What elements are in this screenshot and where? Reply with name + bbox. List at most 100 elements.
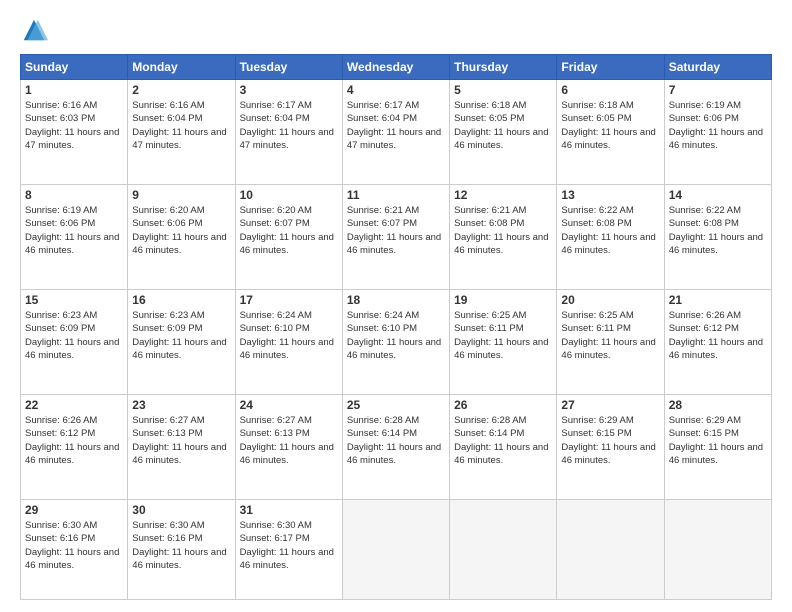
day-info: Sunrise: 6:19 AMSunset: 6:06 PMDaylight:… bbox=[25, 204, 123, 257]
day-number: 9 bbox=[132, 188, 230, 202]
day-cell-15: 15 Sunrise: 6:23 AMSunset: 6:09 PMDaylig… bbox=[21, 290, 128, 395]
week-row-5: 29 Sunrise: 6:30 AMSunset: 6:16 PMDaylig… bbox=[21, 500, 772, 600]
day-number: 18 bbox=[347, 293, 445, 307]
day-number: 13 bbox=[561, 188, 659, 202]
day-info: Sunrise: 6:25 AMSunset: 6:11 PMDaylight:… bbox=[454, 309, 552, 362]
empty-cell bbox=[664, 500, 771, 600]
day-cell-20: 20 Sunrise: 6:25 AMSunset: 6:11 PMDaylig… bbox=[557, 290, 664, 395]
day-info: Sunrise: 6:30 AMSunset: 6:16 PMDaylight:… bbox=[132, 519, 230, 572]
day-info: Sunrise: 6:19 AMSunset: 6:06 PMDaylight:… bbox=[669, 99, 767, 152]
weekday-header-tuesday: Tuesday bbox=[235, 55, 342, 80]
day-info: Sunrise: 6:18 AMSunset: 6:05 PMDaylight:… bbox=[454, 99, 552, 152]
day-cell-9: 9 Sunrise: 6:20 AMSunset: 6:06 PMDayligh… bbox=[128, 185, 235, 290]
day-info: Sunrise: 6:30 AMSunset: 6:17 PMDaylight:… bbox=[240, 519, 338, 572]
day-number: 11 bbox=[347, 188, 445, 202]
day-cell-22: 22 Sunrise: 6:26 AMSunset: 6:12 PMDaylig… bbox=[21, 395, 128, 500]
day-number: 26 bbox=[454, 398, 552, 412]
page: SundayMondayTuesdayWednesdayThursdayFrid… bbox=[0, 0, 792, 612]
weekday-header-thursday: Thursday bbox=[450, 55, 557, 80]
day-info: Sunrise: 6:20 AMSunset: 6:06 PMDaylight:… bbox=[132, 204, 230, 257]
week-row-3: 15 Sunrise: 6:23 AMSunset: 6:09 PMDaylig… bbox=[21, 290, 772, 395]
empty-cell bbox=[557, 500, 664, 600]
day-cell-2: 2 Sunrise: 6:16 AMSunset: 6:04 PMDayligh… bbox=[128, 80, 235, 185]
day-info: Sunrise: 6:28 AMSunset: 6:14 PMDaylight:… bbox=[347, 414, 445, 467]
week-row-2: 8 Sunrise: 6:19 AMSunset: 6:06 PMDayligh… bbox=[21, 185, 772, 290]
day-info: Sunrise: 6:20 AMSunset: 6:07 PMDaylight:… bbox=[240, 204, 338, 257]
day-number: 4 bbox=[347, 83, 445, 97]
day-number: 31 bbox=[240, 503, 338, 517]
header bbox=[20, 16, 772, 44]
day-cell-30: 30 Sunrise: 6:30 AMSunset: 6:16 PMDaylig… bbox=[128, 500, 235, 600]
day-info: Sunrise: 6:22 AMSunset: 6:08 PMDaylight:… bbox=[561, 204, 659, 257]
day-info: Sunrise: 6:23 AMSunset: 6:09 PMDaylight:… bbox=[132, 309, 230, 362]
day-cell-28: 28 Sunrise: 6:29 AMSunset: 6:15 PMDaylig… bbox=[664, 395, 771, 500]
day-cell-10: 10 Sunrise: 6:20 AMSunset: 6:07 PMDaylig… bbox=[235, 185, 342, 290]
calendar-table: SundayMondayTuesdayWednesdayThursdayFrid… bbox=[20, 54, 772, 600]
day-info: Sunrise: 6:17 AMSunset: 6:04 PMDaylight:… bbox=[347, 99, 445, 152]
weekday-header-wednesday: Wednesday bbox=[342, 55, 449, 80]
day-number: 19 bbox=[454, 293, 552, 307]
day-info: Sunrise: 6:25 AMSunset: 6:11 PMDaylight:… bbox=[561, 309, 659, 362]
day-number: 5 bbox=[454, 83, 552, 97]
day-cell-16: 16 Sunrise: 6:23 AMSunset: 6:09 PMDaylig… bbox=[128, 290, 235, 395]
day-number: 20 bbox=[561, 293, 659, 307]
day-cell-19: 19 Sunrise: 6:25 AMSunset: 6:11 PMDaylig… bbox=[450, 290, 557, 395]
day-cell-13: 13 Sunrise: 6:22 AMSunset: 6:08 PMDaylig… bbox=[557, 185, 664, 290]
day-number: 23 bbox=[132, 398, 230, 412]
week-row-4: 22 Sunrise: 6:26 AMSunset: 6:12 PMDaylig… bbox=[21, 395, 772, 500]
day-cell-18: 18 Sunrise: 6:24 AMSunset: 6:10 PMDaylig… bbox=[342, 290, 449, 395]
day-info: Sunrise: 6:30 AMSunset: 6:16 PMDaylight:… bbox=[25, 519, 123, 572]
weekday-header-monday: Monday bbox=[128, 55, 235, 80]
day-number: 17 bbox=[240, 293, 338, 307]
day-cell-26: 26 Sunrise: 6:28 AMSunset: 6:14 PMDaylig… bbox=[450, 395, 557, 500]
day-cell-12: 12 Sunrise: 6:21 AMSunset: 6:08 PMDaylig… bbox=[450, 185, 557, 290]
logo bbox=[20, 16, 52, 44]
day-number: 14 bbox=[669, 188, 767, 202]
day-cell-1: 1 Sunrise: 6:16 AMSunset: 6:03 PMDayligh… bbox=[21, 80, 128, 185]
weekday-header-sunday: Sunday bbox=[21, 55, 128, 80]
day-cell-11: 11 Sunrise: 6:21 AMSunset: 6:07 PMDaylig… bbox=[342, 185, 449, 290]
day-cell-23: 23 Sunrise: 6:27 AMSunset: 6:13 PMDaylig… bbox=[128, 395, 235, 500]
day-info: Sunrise: 6:16 AMSunset: 6:04 PMDaylight:… bbox=[132, 99, 230, 152]
day-cell-31: 31 Sunrise: 6:30 AMSunset: 6:17 PMDaylig… bbox=[235, 500, 342, 600]
day-info: Sunrise: 6:21 AMSunset: 6:08 PMDaylight:… bbox=[454, 204, 552, 257]
day-info: Sunrise: 6:26 AMSunset: 6:12 PMDaylight:… bbox=[25, 414, 123, 467]
day-info: Sunrise: 6:24 AMSunset: 6:10 PMDaylight:… bbox=[347, 309, 445, 362]
day-cell-24: 24 Sunrise: 6:27 AMSunset: 6:13 PMDaylig… bbox=[235, 395, 342, 500]
day-number: 27 bbox=[561, 398, 659, 412]
day-info: Sunrise: 6:27 AMSunset: 6:13 PMDaylight:… bbox=[240, 414, 338, 467]
day-info: Sunrise: 6:21 AMSunset: 6:07 PMDaylight:… bbox=[347, 204, 445, 257]
day-number: 6 bbox=[561, 83, 659, 97]
weekday-header-saturday: Saturday bbox=[664, 55, 771, 80]
day-cell-21: 21 Sunrise: 6:26 AMSunset: 6:12 PMDaylig… bbox=[664, 290, 771, 395]
day-number: 29 bbox=[25, 503, 123, 517]
day-number: 30 bbox=[132, 503, 230, 517]
weekday-header-row: SundayMondayTuesdayWednesdayThursdayFrid… bbox=[21, 55, 772, 80]
day-cell-25: 25 Sunrise: 6:28 AMSunset: 6:14 PMDaylig… bbox=[342, 395, 449, 500]
day-cell-5: 5 Sunrise: 6:18 AMSunset: 6:05 PMDayligh… bbox=[450, 80, 557, 185]
day-cell-7: 7 Sunrise: 6:19 AMSunset: 6:06 PMDayligh… bbox=[664, 80, 771, 185]
day-number: 21 bbox=[669, 293, 767, 307]
empty-cell bbox=[450, 500, 557, 600]
day-info: Sunrise: 6:26 AMSunset: 6:12 PMDaylight:… bbox=[669, 309, 767, 362]
day-cell-3: 3 Sunrise: 6:17 AMSunset: 6:04 PMDayligh… bbox=[235, 80, 342, 185]
day-number: 24 bbox=[240, 398, 338, 412]
day-info: Sunrise: 6:18 AMSunset: 6:05 PMDaylight:… bbox=[561, 99, 659, 152]
day-number: 15 bbox=[25, 293, 123, 307]
day-cell-8: 8 Sunrise: 6:19 AMSunset: 6:06 PMDayligh… bbox=[21, 185, 128, 290]
day-info: Sunrise: 6:29 AMSunset: 6:15 PMDaylight:… bbox=[669, 414, 767, 467]
day-cell-4: 4 Sunrise: 6:17 AMSunset: 6:04 PMDayligh… bbox=[342, 80, 449, 185]
day-info: Sunrise: 6:24 AMSunset: 6:10 PMDaylight:… bbox=[240, 309, 338, 362]
day-number: 1 bbox=[25, 83, 123, 97]
day-info: Sunrise: 6:16 AMSunset: 6:03 PMDaylight:… bbox=[25, 99, 123, 152]
empty-cell bbox=[342, 500, 449, 600]
day-number: 2 bbox=[132, 83, 230, 97]
weekday-header-friday: Friday bbox=[557, 55, 664, 80]
day-info: Sunrise: 6:22 AMSunset: 6:08 PMDaylight:… bbox=[669, 204, 767, 257]
day-cell-6: 6 Sunrise: 6:18 AMSunset: 6:05 PMDayligh… bbox=[557, 80, 664, 185]
day-number: 10 bbox=[240, 188, 338, 202]
day-number: 22 bbox=[25, 398, 123, 412]
day-number: 7 bbox=[669, 83, 767, 97]
day-cell-17: 17 Sunrise: 6:24 AMSunset: 6:10 PMDaylig… bbox=[235, 290, 342, 395]
day-info: Sunrise: 6:27 AMSunset: 6:13 PMDaylight:… bbox=[132, 414, 230, 467]
